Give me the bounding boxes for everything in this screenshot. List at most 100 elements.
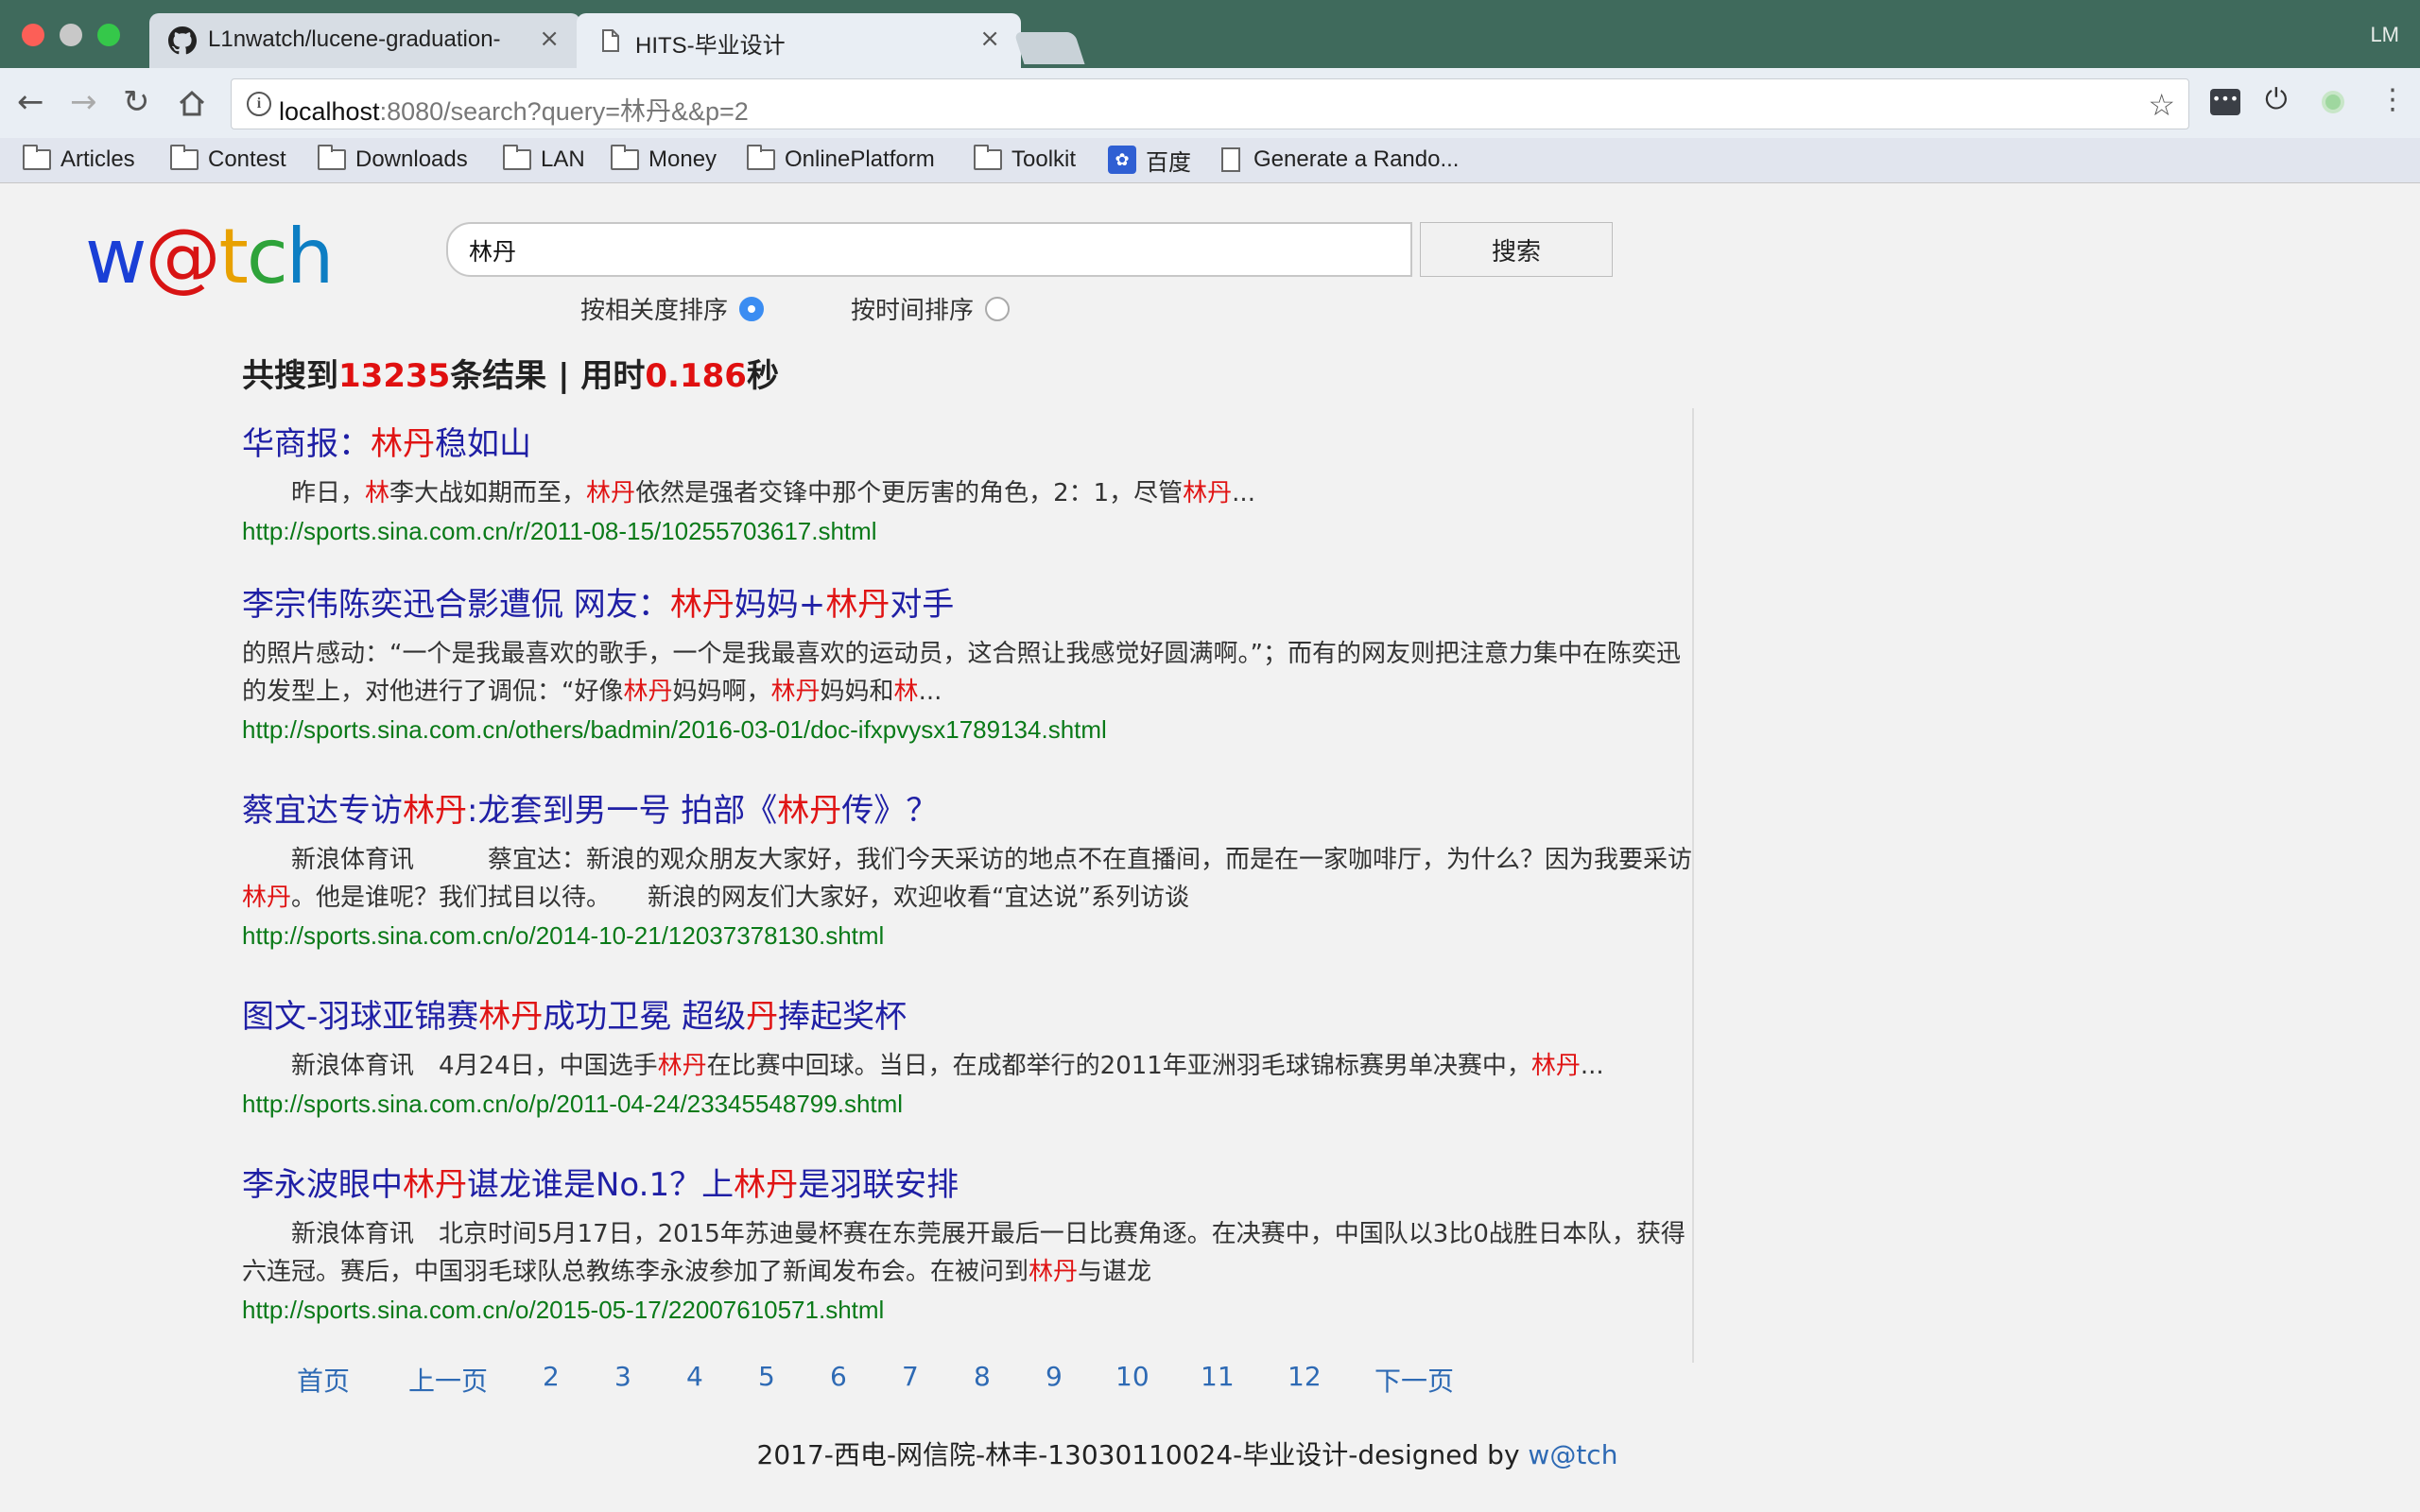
result-title[interactable]: 华商报：林丹稳如山	[242, 420, 1694, 469]
result-snippet: 昨日，林李大战如期而至，林丹依然是强者交锋中那个更厉害的角色，2：1，尽管林丹.…	[242, 474, 1692, 512]
profile-badge[interactable]: LM	[2370, 23, 2399, 47]
watch-logo[interactable]: w@tch	[85, 210, 334, 304]
search-button[interactable]: 搜索	[1420, 222, 1613, 277]
tab-title: L1nwatch/lucene-graduation-	[208, 26, 501, 52]
page-link[interactable]: 12	[1288, 1361, 1322, 1392]
result-item: 蔡宜达专访林丹:龙套到男一号 拍部《林丹传》？ 新浪体育讯 蔡宜达：新浪的观众朋…	[242, 786, 1694, 992]
keyword-highlight: 林丹	[657, 1052, 707, 1080]
text-segment: 李大战如期而至，	[389, 479, 587, 507]
text-segment: 新浪体育讯 蔡宜达：新浪的观众朋友大家好，我们今天采访的地点不在直播间，而是在一…	[242, 846, 1693, 874]
text-segment: 李永波眼中	[242, 1166, 403, 1204]
bookmark-downloads[interactable]: Downloads	[318, 142, 468, 178]
folder-icon	[318, 145, 346, 170]
results-list: 华商报：林丹稳如山 昨日，林李大战如期而至，林丹依然是强者交锋中那个更厉害的角色…	[242, 420, 1694, 1366]
bookmark-toolkit[interactable]: Toolkit	[974, 142, 1076, 178]
text-segment: 在比赛中回球。当日，在成都举行的2011年亚洲羽毛球锦标赛男单决赛中，	[706, 1052, 1531, 1080]
bookmark-money[interactable]: Money	[611, 142, 717, 178]
tab-hits[interactable]: HITS-毕业设计 ×	[577, 13, 1021, 68]
result-title[interactable]: 图文-羽球亚锦赛林丹成功卫冕 超级丹捧起奖杯	[242, 992, 1694, 1041]
text-segment: 蔡宜达专访	[242, 792, 403, 830]
power-icon[interactable]: ⏻	[2265, 83, 2288, 116]
result-url[interactable]: http://sports.sina.com.cn/r/2011-08-15/1…	[242, 512, 1694, 550]
close-window-button[interactable]	[22, 24, 44, 46]
result-url[interactable]: http://sports.sina.com.cn/o/2014-10-21/1…	[242, 917, 1694, 954]
text-segment: 谌龙谁是No.1？上	[467, 1166, 735, 1204]
tab-title: HITS-毕业设计	[635, 33, 786, 59]
text-segment: 稳如山	[435, 425, 531, 463]
keyword-highlight: 林丹	[623, 678, 673, 706]
forward-arrow-icon[interactable]: →	[70, 85, 97, 119]
sort-relevance-option[interactable]: 按相关度排序	[580, 291, 765, 326]
result-url[interactable]: http://sports.sina.com.cn/o/2015-05-17/2…	[242, 1291, 1694, 1329]
text-segment: 新浪体育讯 北京时间5月17日，2015年苏迪曼杯赛在东莞展开最后一日比赛角逐。…	[242, 1220, 1685, 1286]
minimize-window-button[interactable]	[60, 24, 82, 46]
page-icon	[602, 29, 619, 52]
bookmarks-bar: Articles Contest Downloads LAN Money Onl…	[0, 138, 2420, 183]
text-segment: :龙套到男一号 拍部《	[467, 792, 778, 830]
result-url[interactable]: http://sports.sina.com.cn/others/badmin/…	[242, 711, 1694, 748]
status-extension-icon[interactable]	[2322, 91, 2344, 113]
result-item: 李永波眼中林丹谌龙谁是No.1？上林丹是羽联安排 新浪体育讯 北京时间5月17日…	[242, 1160, 1694, 1366]
bookmark-baidu[interactable]: ✿ 百度	[1108, 142, 1191, 178]
page-link[interactable]: 3	[614, 1361, 631, 1392]
keyword-highlight: 林丹	[1028, 1258, 1079, 1286]
info-icon[interactable]: i	[247, 92, 271, 116]
page-next[interactable]: 下一页	[1374, 1361, 1454, 1399]
page-first[interactable]: 首页	[297, 1361, 350, 1399]
sort-time-radio[interactable]	[985, 296, 1011, 321]
extension-icon[interactable]: •••	[2210, 89, 2240, 115]
keyword-highlight: 丹	[746, 998, 779, 1036]
result-snippet: 新浪体育讯 北京时间5月17日，2015年苏迪曼杯赛在东莞展开最后一日比赛角逐。…	[242, 1215, 1692, 1291]
sort-relevance-radio[interactable]	[739, 296, 765, 321]
result-title[interactable]: 李永波眼中林丹谌龙谁是No.1？上林丹是羽联安排	[242, 1160, 1694, 1210]
text-segment: 昨日，	[242, 479, 366, 507]
page-link[interactable]: 2	[543, 1361, 560, 1392]
bookmark-onlineplatform[interactable]: OnlinePlatform	[747, 142, 935, 178]
url-text[interactable]: localhost:8080/search?query=林丹&&p=2	[279, 91, 749, 128]
page-link[interactable]: 4	[686, 1361, 703, 1392]
bookmark-generate[interactable]: Generate a Rando...	[1221, 142, 1459, 178]
result-title[interactable]: 李宗伟陈奕迅合影遭侃 网友：林丹妈妈+林丹对手	[242, 580, 1694, 629]
result-snippet: 新浪体育讯 4月24日，中国选手林丹在比赛中回球。当日，在成都举行的2011年亚…	[242, 1047, 1692, 1085]
keyword-highlight: 林	[365, 479, 390, 507]
bookmark-lan[interactable]: LAN	[503, 142, 585, 178]
page-link[interactable]: 8	[974, 1361, 991, 1392]
text-segment: 的照片感动：“一个是我最喜欢的歌手，一个是我最喜欢的运动员，这合照让我感觉好圆满…	[242, 640, 1681, 706]
new-tab-button[interactable]	[1013, 32, 1085, 64]
result-snippet: 的照片感动：“一个是我最喜欢的歌手，一个是我最喜欢的运动员，这合照让我感觉好圆满…	[242, 635, 1692, 711]
reload-icon[interactable]: ↻	[123, 85, 150, 119]
baidu-paw-icon: ✿	[1108, 146, 1136, 174]
footer-link[interactable]: w@tch	[1528, 1439, 1617, 1470]
result-title[interactable]: 蔡宜达专访林丹:龙套到男一号 拍部《林丹传》？	[242, 786, 1694, 835]
address-bar[interactable]: i localhost:8080/search?query=林丹&&p=2 ☆	[231, 78, 2189, 129]
keyword-highlight: 林丹	[1183, 479, 1233, 507]
bookmark-contest[interactable]: Contest	[170, 142, 286, 178]
search-input[interactable]	[469, 233, 1376, 267]
page-link[interactable]: 5	[758, 1361, 775, 1392]
results-summary: 共搜到13235条结果 | 用时0.186秒	[242, 357, 779, 395]
bookmark-star-icon[interactable]: ☆	[2148, 87, 2175, 123]
result-url[interactable]: http://sports.sina.com.cn/o/p/2011-04-24…	[242, 1085, 1694, 1123]
menu-kebab-icon[interactable]: ⋮	[2378, 83, 2407, 116]
page-link[interactable]: 7	[902, 1361, 919, 1392]
page-link[interactable]: 10	[1115, 1361, 1150, 1392]
home-icon[interactable]	[176, 87, 208, 119]
tab-github[interactable]: L1nwatch/lucene-graduation- ×	[149, 13, 580, 68]
bookmark-articles[interactable]: Articles	[23, 142, 135, 178]
sort-time-option[interactable]: 按时间排序	[851, 291, 1011, 326]
text-segment: 传》？	[841, 792, 939, 830]
close-tab-icon[interactable]: ×	[979, 25, 1000, 53]
keyword-highlight: 林丹	[403, 792, 467, 830]
close-tab-icon[interactable]: ×	[539, 25, 560, 53]
page-link[interactable]: 9	[1046, 1361, 1063, 1392]
maximize-window-button[interactable]	[97, 24, 120, 46]
text-segment: 与谌龙	[1078, 1258, 1152, 1286]
keyword-highlight: 林丹	[242, 884, 292, 912]
page-link[interactable]: 11	[1201, 1361, 1235, 1392]
page-link[interactable]: 6	[830, 1361, 847, 1392]
keyword-highlight: 林丹	[478, 998, 544, 1036]
back-arrow-icon[interactable]: ←	[17, 85, 44, 119]
text-segment: 成功卫冕 超级	[543, 998, 747, 1036]
page-prev[interactable]: 上一页	[408, 1361, 488, 1399]
text-segment: 依然是强者交锋中那个更厉害的角色，2：1，尽管	[635, 479, 1184, 507]
